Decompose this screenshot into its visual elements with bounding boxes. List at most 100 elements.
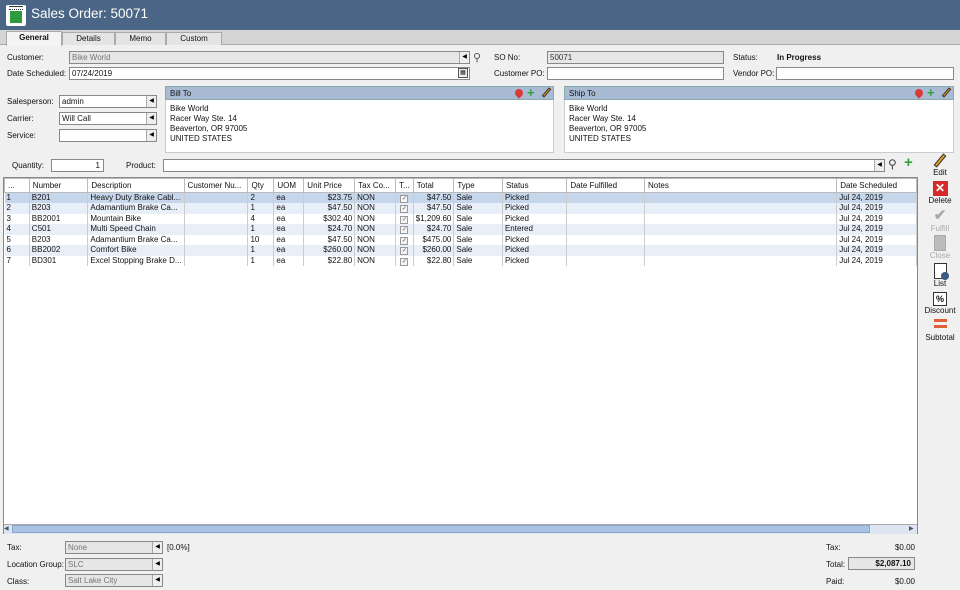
uom-cell: ea [273, 234, 305, 245]
discount-button[interactable]: % Discount [920, 292, 960, 315]
ship-to-panel: Ship To Bike World Racer Way Ste. 14 Bea… [564, 86, 954, 153]
bill-to-line: UNITED STATES [170, 134, 232, 143]
scrollbar-thumb[interactable] [12, 525, 870, 533]
column-header-notes[interactable]: Notes [643, 178, 838, 193]
scroll-right-icon[interactable]: ▶ [909, 525, 914, 532]
subtotal-button[interactable]: Subtotal [920, 319, 960, 342]
taxable-cell: ✓ [395, 192, 414, 203]
fulfill-button[interactable]: ✔ Fulfill [920, 208, 960, 234]
taxable-cell: ✓ [395, 213, 414, 224]
taxable-checkbox[interactable]: ✓ [400, 215, 409, 224]
taxable-checkbox[interactable]: ✓ [400, 195, 409, 203]
service-select[interactable]: ◀ [59, 129, 157, 142]
ship-to-address: Bike World Racer Way Ste. 14 Beaverton, … [564, 100, 954, 153]
vendor-po-input[interactable] [776, 67, 954, 80]
location-group-select[interactable]: SLC ◀ [65, 558, 163, 571]
column-header-date-scheduled[interactable]: Date Scheduled [836, 178, 917, 193]
salesperson-dropdown-icon[interactable]: ◀ [146, 96, 156, 107]
salesperson-select[interactable]: admin ◀ [59, 95, 157, 108]
qty-cell: 1 [247, 255, 275, 266]
carrier-dropdown-icon[interactable]: ◀ [146, 113, 156, 124]
product-search-icon[interactable]: ⚲ [888, 157, 897, 171]
notes-cell [644, 224, 838, 235]
type-cell: Sale [453, 245, 503, 256]
edit-button[interactable]: Edit [920, 153, 960, 177]
subtotal-label: Subtotal [925, 333, 955, 342]
column-header-description[interactable]: Description [87, 178, 185, 193]
unit-price-cell: $47.50 [303, 203, 356, 214]
quantity-input[interactable]: 1 [51, 159, 104, 172]
table-row[interactable]: 5 B203 Adamantium Brake Ca... 10 ea $47.50 NON… [4, 234, 917, 245]
pencil-icon [933, 153, 947, 168]
column-header-date-fulfilled[interactable]: Date Fulfilled [566, 178, 645, 193]
column-header-uom[interactable]: UOM [273, 178, 305, 193]
uom-cell: ea [273, 213, 305, 224]
column-header-unit-price[interactable]: Unit Price [303, 178, 356, 193]
tax-select[interactable]: None ◀ [65, 541, 163, 554]
ship-to-line: Racer Way Ste. 14 [569, 114, 636, 123]
table-row[interactable]: 6 BB2002 Comfort Bike 1 ea $260.00 NON ✓ $260.00… [4, 245, 917, 256]
customer-number-cell [184, 245, 249, 256]
delete-button[interactable]: ✕ Delete [920, 181, 960, 205]
date-fulfilled-cell [566, 203, 645, 214]
column-header-total[interactable]: Total [412, 178, 455, 193]
row-number-cell: 3 [4, 213, 30, 224]
column-header-row-number[interactable]: ... [4, 178, 30, 193]
taxable-checkbox[interactable]: ✓ [400, 226, 409, 235]
column-header-customer-number[interactable]: Customer Nu... [183, 178, 249, 193]
tab-custom[interactable]: Custom [166, 32, 222, 45]
column-header-qty[interactable]: Qty [247, 178, 275, 193]
qty-cell: 1 [247, 203, 275, 214]
row-number-cell: 1 [4, 192, 30, 203]
carrier-select[interactable]: Will Call ◀ [59, 112, 157, 125]
calendar-icon[interactable]: ▦ [458, 68, 468, 78]
tax-dropdown-icon[interactable]: ◀ [152, 542, 162, 553]
column-header-number[interactable]: Number [28, 178, 89, 193]
list-button[interactable]: List [920, 263, 960, 288]
bill-to-header: Bill To [165, 86, 554, 100]
customer-dropdown-icon[interactable]: ◀ [459, 52, 469, 63]
customer-po-input[interactable] [547, 67, 724, 80]
table-row[interactable]: 7 BD301 Excel Stopping Brake D... 1 ea $22.80… [4, 255, 917, 266]
location-group-dropdown-icon[interactable]: ◀ [152, 559, 162, 570]
class-value: Salt Lake City [68, 576, 118, 585]
total-cell: $475.00 [413, 234, 455, 245]
close-button[interactable]: Close [920, 235, 960, 260]
total-cell: $260.00 [413, 245, 455, 256]
tab-memo[interactable]: Memo [115, 32, 166, 45]
bill-to-add-icon[interactable]: + [527, 86, 535, 99]
date-scheduled-cell: Jul 24, 2019 [836, 192, 917, 203]
row-number-cell: 2 [4, 203, 30, 214]
ship-to-line: Beaverton, OR 97005 [569, 124, 647, 133]
product-add-icon[interactable]: + [904, 155, 913, 170]
table-row[interactable]: 1 B201 Heavy Duty Brake Cabl... 2 ea $23.75 NO… [4, 192, 917, 203]
table-row[interactable]: 4 C501 Multi Speed Chain 1 ea $24.70 NON ✓ $24.7… [4, 224, 917, 235]
row-number-cell: 5 [4, 234, 30, 245]
taxable-checkbox[interactable]: ✓ [400, 236, 409, 245]
service-dropdown-icon[interactable]: ◀ [146, 130, 156, 141]
tab-general[interactable]: General [6, 31, 62, 46]
search-icon[interactable]: ⚲ [473, 51, 481, 64]
ship-to-add-icon[interactable]: + [927, 86, 935, 99]
tab-details[interactable]: Details [62, 32, 115, 45]
product-input[interactable]: ◀ [163, 159, 885, 172]
date-fulfilled-cell [566, 234, 645, 245]
scroll-left-icon[interactable]: ◀ [4, 525, 9, 532]
tax-code-cell: NON [354, 192, 397, 203]
column-header-type[interactable]: Type [453, 178, 503, 193]
column-header-taxable[interactable]: T... [395, 178, 414, 193]
product-dropdown-icon[interactable]: ◀ [874, 160, 884, 171]
customer-field[interactable]: Bike World ◀ [69, 51, 470, 64]
column-header-tax-code[interactable]: Tax Co... [354, 178, 397, 193]
column-header-status[interactable]: Status [501, 178, 568, 193]
class-select[interactable]: Salt Lake City ◀ [65, 574, 163, 587]
class-dropdown-icon[interactable]: ◀ [152, 575, 162, 586]
taxable-checkbox[interactable]: ✓ [400, 257, 409, 266]
location-group-label: Location Group: [7, 560, 64, 569]
taxable-checkbox[interactable]: ✓ [400, 205, 409, 214]
taxable-checkbox[interactable]: ✓ [400, 247, 409, 256]
date-scheduled-field[interactable]: 07/24/2019 [69, 67, 470, 80]
date-fulfilled-cell [566, 192, 645, 203]
table-row[interactable]: 3 BB2001 Mountain Bike 4 ea $302.40 NON ✓ $1,209… [4, 213, 917, 224]
table-row[interactable]: 2 B203 Adamantium Brake Ca... 1 ea $47.50 NON ✓… [4, 203, 917, 214]
